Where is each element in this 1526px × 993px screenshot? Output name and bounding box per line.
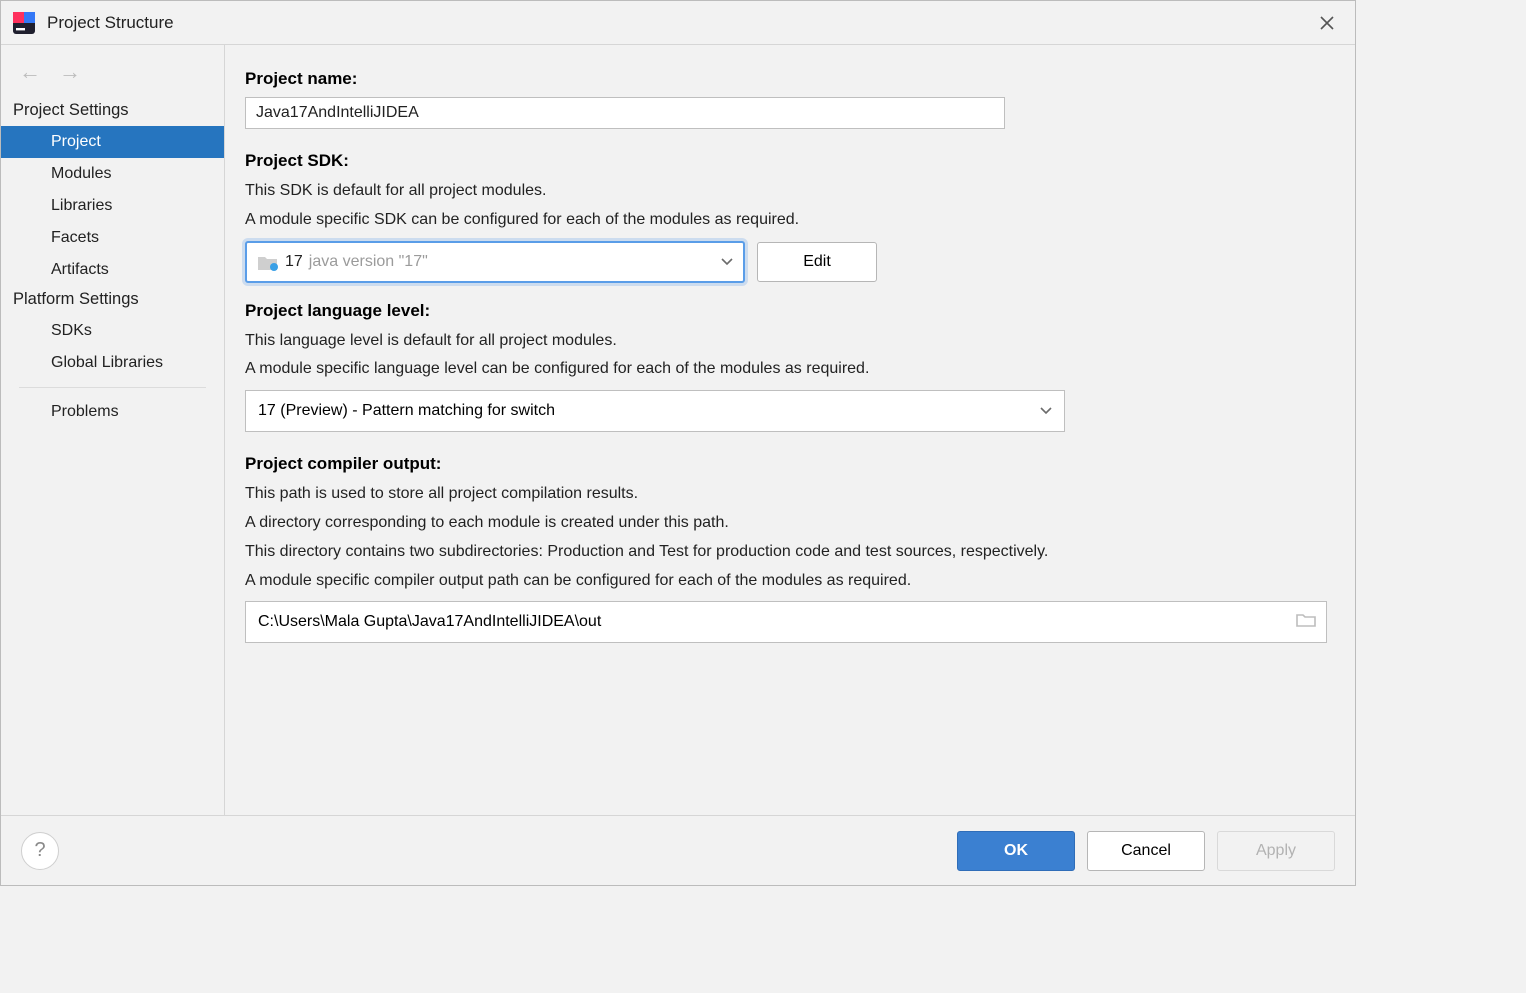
browse-folder-icon[interactable]	[1296, 612, 1316, 633]
project-sdk-label: Project SDK:	[245, 151, 1327, 171]
dialog-footer: ? OK Cancel Apply	[1, 815, 1355, 885]
sidebar-item-label: Libraries	[51, 197, 112, 214]
help-button[interactable]: ?	[21, 832, 59, 870]
nav-arrows: ← →	[1, 55, 224, 97]
ok-button[interactable]: OK	[957, 831, 1075, 871]
sidebar-item-modules[interactable]: Modules	[1, 158, 224, 190]
sidebar-item-project[interactable]: Project	[1, 126, 224, 158]
apply-button[interactable]: Apply	[1217, 831, 1335, 871]
compiler-output-desc3: This directory contains two subdirectori…	[245, 540, 1327, 565]
sdk-subtext: java version "17"	[309, 253, 428, 271]
language-level-value: 17 (Preview) - Pattern matching for swit…	[258, 402, 555, 420]
dialog-title: Project Structure	[47, 13, 174, 33]
intellij-idea-icon	[11, 10, 37, 36]
sidebar-item-global-libraries[interactable]: Global Libraries	[1, 347, 224, 379]
compiler-output-field[interactable]: C:\Users\Mala Gupta\Java17AndIntelliJIDE…	[245, 601, 1327, 643]
language-level-label: Project language level:	[245, 301, 1327, 321]
project-name-input[interactable]	[245, 97, 1005, 129]
title-bar: Project Structure	[1, 1, 1355, 45]
project-sdk-combobox[interactable]: 17 java version "17"	[245, 241, 745, 283]
jdk-folder-icon	[257, 254, 277, 270]
sidebar-item-libraries[interactable]: Libraries	[1, 190, 224, 222]
language-level-desc1: This language level is default for all p…	[245, 329, 1327, 354]
sidebar-item-label: Facets	[51, 229, 99, 246]
content-row: ← → Project Settings Project Modules Lib…	[1, 45, 1355, 815]
sidebar-divider	[19, 387, 206, 388]
sidebar-item-artifacts[interactable]: Artifacts	[1, 254, 224, 286]
sidebar-item-label: Artifacts	[51, 261, 109, 278]
sidebar-group-project-settings: Project Settings	[1, 97, 224, 126]
sidebar-group-platform-settings: Platform Settings	[1, 286, 224, 315]
project-name-label: Project name:	[245, 69, 1327, 89]
sdk-row: 17 java version "17" Edit	[245, 241, 1327, 283]
edit-sdk-button[interactable]: Edit	[757, 242, 877, 282]
sidebar-item-label: Global Libraries	[51, 354, 163, 371]
sidebar-item-facets[interactable]: Facets	[1, 222, 224, 254]
nav-forward-icon[interactable]: →	[59, 61, 81, 83]
help-icon: ?	[34, 839, 45, 862]
sidebar-item-label: Modules	[51, 165, 111, 182]
compiler-output-desc2: A directory corresponding to each module…	[245, 511, 1327, 536]
language-level-combobox[interactable]: 17 (Preview) - Pattern matching for swit…	[245, 390, 1065, 432]
compiler-output-label: Project compiler output:	[245, 454, 1327, 474]
chevron-down-icon	[721, 253, 733, 271]
sidebar-item-label: Problems	[51, 403, 119, 420]
project-panel: Project name: Project SDK: This SDK is d…	[225, 45, 1355, 815]
cancel-button[interactable]: Cancel	[1087, 831, 1205, 871]
nav-back-icon[interactable]: ←	[19, 61, 41, 83]
project-sdk-desc1: This SDK is default for all project modu…	[245, 179, 1327, 204]
sidebar: ← → Project Settings Project Modules Lib…	[1, 45, 225, 815]
language-level-desc2: A module specific language level can be …	[245, 357, 1327, 382]
compiler-output-value: C:\Users\Mala Gupta\Java17AndIntelliJIDE…	[258, 613, 601, 631]
close-icon[interactable]	[1309, 8, 1345, 38]
sidebar-item-label: Project	[51, 133, 101, 150]
chevron-down-icon	[1040, 402, 1052, 420]
compiler-output-desc1: This path is used to store all project c…	[245, 482, 1327, 507]
sidebar-item-problems[interactable]: Problems	[1, 396, 224, 428]
sidebar-item-label: SDKs	[51, 322, 92, 339]
sidebar-item-sdks[interactable]: SDKs	[1, 315, 224, 347]
project-structure-dialog: Project Structure ← → Project Settings P…	[0, 0, 1356, 886]
sdk-version-text: 17	[285, 253, 303, 271]
project-sdk-desc2: A module specific SDK can be configured …	[245, 208, 1327, 233]
compiler-output-desc4: A module specific compiler output path c…	[245, 569, 1327, 594]
